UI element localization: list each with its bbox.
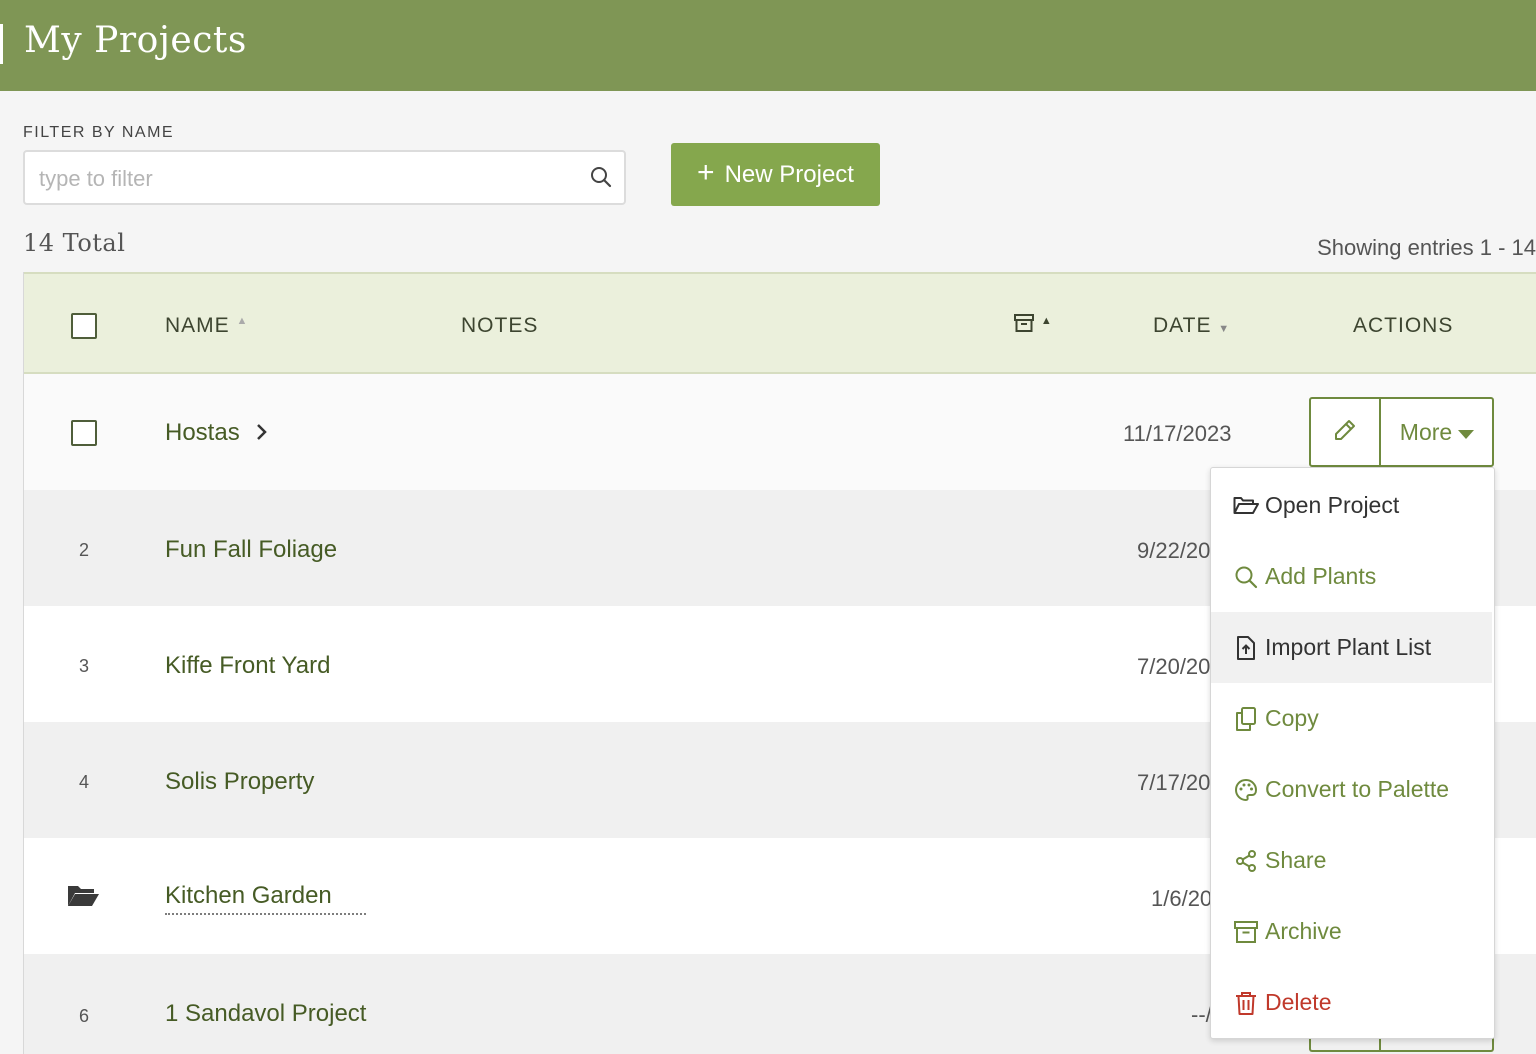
- trash-icon: [1231, 991, 1261, 1015]
- row-number: 3: [78, 656, 89, 676]
- archive-icon: [1231, 920, 1261, 943]
- column-date-label: DATE: [1153, 314, 1212, 337]
- menu-item-delete[interactable]: Delete: [1211, 967, 1492, 1038]
- menu-item-label: Add Plants: [1265, 563, 1377, 589]
- total-count: 14 Total: [23, 229, 126, 257]
- row-number: 6: [78, 1006, 89, 1026]
- file-import-icon: [1231, 635, 1261, 660]
- menu-item-share[interactable]: Share: [1211, 825, 1492, 896]
- caret-down-icon: [1458, 419, 1475, 446]
- menu-item-copy[interactable]: Copy: [1211, 683, 1492, 754]
- project-name-text: Kitchen Garden: [165, 882, 366, 915]
- menu-item-convert-to-palette[interactable]: Convert to Palette: [1211, 754, 1492, 825]
- project-date: 1/6/20: [1151, 886, 1213, 911]
- project-date: 9/22/20: [1137, 538, 1211, 563]
- column-notes-header: NOTES: [461, 314, 539, 337]
- menu-item-archive[interactable]: Archive: [1211, 896, 1492, 967]
- more-dropdown-menu: Open Project Add Plants Import Plant Lis…: [1210, 467, 1495, 1039]
- column-name-label: NAME: [165, 314, 230, 337]
- more-label: More: [1399, 418, 1453, 445]
- project-date: 11/17/2023: [1123, 421, 1232, 446]
- filter-label: FILTER BY NAME: [23, 124, 175, 141]
- sort-down-icon: ▼: [1218, 323, 1231, 335]
- pencil-icon: [1333, 418, 1357, 447]
- header-edge: [0, 24, 3, 64]
- project-date: 7/20/20: [1137, 654, 1211, 679]
- sort-up-icon: ▲: [1040, 315, 1053, 327]
- project-date: --/: [1191, 1002, 1212, 1027]
- project-name[interactable]: Solis Property: [165, 768, 314, 796]
- row-number: 2: [78, 540, 89, 560]
- menu-item-label: Share: [1265, 847, 1327, 873]
- project-name-text: Hostas: [165, 419, 240, 446]
- column-archive-header[interactable]: ▲: [1014, 314, 1053, 338]
- project-name[interactable]: 1 Sandavol Project: [165, 1000, 366, 1028]
- project-date: 7/17/20: [1137, 770, 1211, 795]
- menu-item-open-project[interactable]: Open Project: [1211, 470, 1492, 541]
- menu-item-label: Import Plant List: [1265, 634, 1432, 660]
- new-project-label: New Project: [724, 160, 854, 188]
- project-name[interactable]: Kiffe Front Yard: [165, 652, 330, 680]
- palette-icon: [1231, 778, 1261, 802]
- column-date-header[interactable]: DATE ▼: [1153, 314, 1230, 338]
- chevron-right-icon: [256, 420, 268, 448]
- app-header: My Projects: [0, 0, 1536, 91]
- row-checkbox[interactable]: [71, 420, 97, 446]
- page-title: My Projects: [24, 20, 247, 61]
- folder-open-icon: [66, 882, 100, 913]
- search-icon: [1231, 565, 1261, 589]
- select-all-checkbox[interactable]: [71, 313, 97, 339]
- project-name[interactable]: Kitchen Garden: [165, 882, 366, 915]
- archive-icon: [1014, 314, 1041, 337]
- row-number: 4: [78, 772, 89, 792]
- search-input[interactable]: [37, 162, 581, 196]
- showing-entries: Showing entries 1 - 14: [1317, 235, 1536, 260]
- plus-icon: +: [697, 156, 715, 189]
- menu-item-label: Copy: [1265, 705, 1319, 731]
- project-name[interactable]: Hostas: [165, 419, 268, 448]
- menu-item-label: Delete: [1265, 989, 1332, 1015]
- folder-open-icon: [1231, 496, 1261, 516]
- more-button[interactable]: More: [1381, 399, 1493, 465]
- column-actions-header: ACTIONS: [1353, 314, 1454, 337]
- search-box: [23, 150, 626, 205]
- menu-item-label: Open Project: [1265, 492, 1400, 518]
- menu-item-label: Archive: [1265, 918, 1342, 944]
- share-icon: [1231, 849, 1261, 873]
- copy-icon: [1231, 706, 1261, 731]
- project-name[interactable]: Fun Fall Foliage: [165, 536, 337, 564]
- new-project-button[interactable]: + New Project: [671, 143, 880, 206]
- column-name-header[interactable]: NAME ▲: [165, 314, 248, 338]
- table-header: NAME ▲ NOTES ▲ DATE ▼ ACTIONS: [24, 272, 1536, 374]
- search-icon[interactable]: [590, 166, 612, 193]
- menu-item-label: Convert to Palette: [1265, 776, 1450, 802]
- menu-item-add-plants[interactable]: Add Plants: [1211, 541, 1492, 612]
- edit-button[interactable]: [1311, 399, 1381, 465]
- menu-item-import-plant-list[interactable]: Import Plant List: [1211, 612, 1492, 683]
- row-actions: More: [1309, 397, 1494, 467]
- sort-up-icon: ▲: [236, 315, 249, 327]
